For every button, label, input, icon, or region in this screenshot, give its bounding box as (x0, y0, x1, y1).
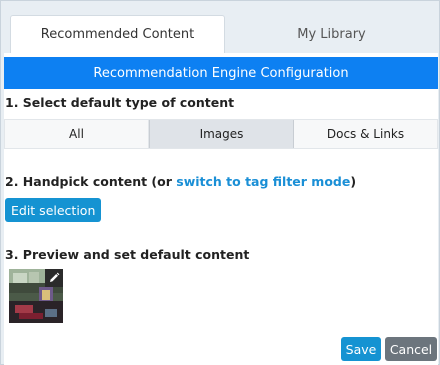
tab-my-library[interactable]: My Library (225, 15, 438, 53)
tab-bar: Recommended Content My Library (4, 15, 438, 53)
tab-recommended-content[interactable]: Recommended Content (10, 15, 225, 53)
content-type-images[interactable]: Images (149, 120, 294, 148)
config-header: Recommendation Engine Configuration (4, 57, 438, 89)
dialog-frame: Recommended Content My Library Recommend… (0, 0, 440, 365)
step3-title: 3. Preview and set default content (5, 247, 250, 262)
edit-thumbnail-button[interactable] (45, 269, 63, 287)
config-header-title: Recommendation Engine Configuration (93, 65, 349, 81)
step2-title-suffix: ) (350, 174, 357, 189)
step2-title: 2. Handpick content (or switch to tag fi… (5, 174, 356, 189)
switch-tag-filter-link[interactable]: switch to tag filter mode (176, 174, 350, 189)
preview-thumbnail[interactable] (9, 269, 63, 323)
step2-title-prefix: 2. Handpick content (or (5, 174, 177, 189)
step1-title: 1. Select default type of content (5, 95, 235, 110)
tab-panel: Recommendation Engine Configuration 1. S… (4, 53, 438, 365)
content-type-all[interactable]: All (5, 120, 149, 148)
content-type-selector: All Images Docs & Links (4, 119, 438, 149)
cancel-button[interactable]: Cancel (385, 337, 437, 361)
edit-selection-button[interactable]: Edit selection (5, 198, 102, 222)
pencil-icon (50, 272, 60, 282)
save-button[interactable]: Save (341, 337, 381, 361)
content-type-docs-links[interactable]: Docs & Links (294, 120, 437, 148)
